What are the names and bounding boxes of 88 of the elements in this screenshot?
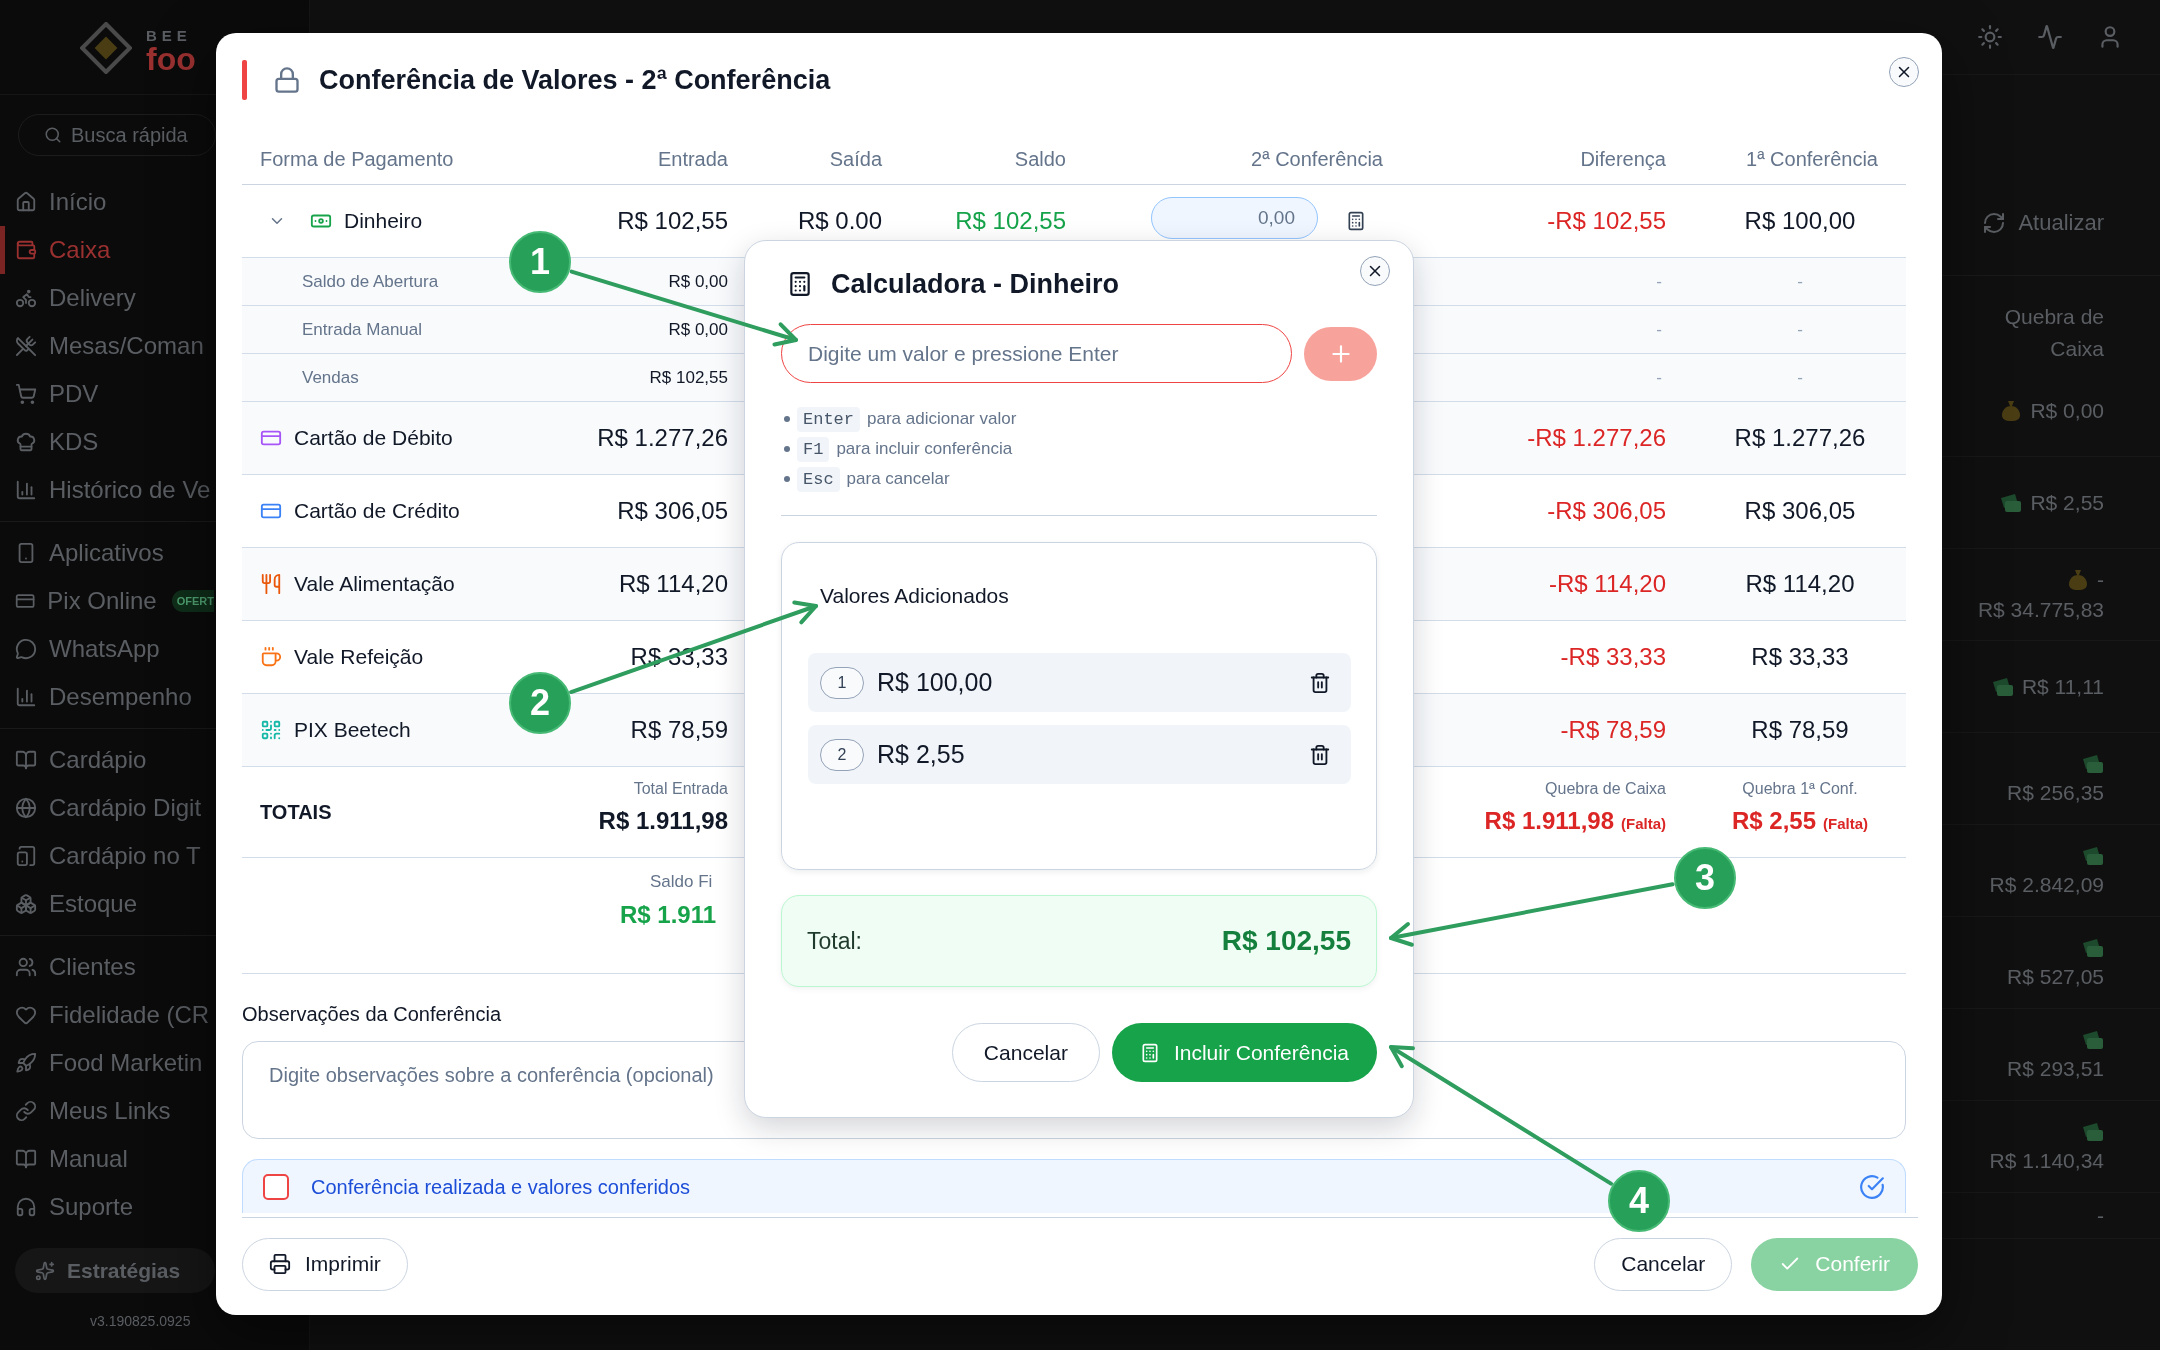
difference-amount: - [1656,367,1662,388]
cash-break-amount: - [2097,1203,2104,1228]
first-check-amount: - [1797,367,1803,388]
balance-amount: R$ 102,55 [955,207,1066,235]
entry-amount: R$ 0,00 [668,319,728,340]
cash-break-amount: R$ 256,35 [2007,780,2104,805]
first-check-amount: R$ 306,05 [1744,497,1856,525]
cash-break-amount: R$ 11,11 [2021,674,2104,699]
added-value: R$ 100,00 [877,668,993,697]
sub-row-label: Entrada Manual [302,319,423,340]
payment-method-label: Dinheiro [344,209,423,233]
sub-row-label: Saldo de Abertura [302,271,439,292]
entry-amount: R$ 306,05 [617,497,728,525]
item-number: 1 [820,666,864,699]
first-check-amount: - [1797,271,1803,292]
payment-method-label: Vale Refeição [294,645,424,669]
entry-amount: R$ 1.277,26 [597,424,728,452]
column-header: 2ª Conferência [1251,148,1383,171]
total-amount: R$ 102,55 [1221,925,1351,957]
payment-method-label: Cartão de Débito [294,426,453,450]
entry-amount: R$ 114,20 [619,570,728,598]
column-header: Saldo [1014,148,1066,171]
total-entry-amount: R$ 1.911,98 [598,807,728,835]
difference-amount: -R$ 78,59 [1560,716,1666,744]
dialog-title: Calculadora - Dinheiro [831,268,1120,300]
column-header: Entrada [657,148,728,171]
dialog-title: Conferência de Valores - 2ª Conferência [319,64,831,96]
notes-label: Observações da Conferência [242,1003,502,1025]
final-balance-label: Saldo Fi [650,872,713,892]
hint-text: para cancelar [846,469,950,489]
difference-amount: -R$ 114,20 [1549,570,1666,598]
version-label: v3.190825.0925 [90,1313,191,1329]
hint-text: para adicionar valor [867,409,1017,429]
first-check-amount: - [1797,319,1803,340]
cash-break-amount: R$ 293,51 [2007,1056,2104,1081]
payment-method-label: Cartão de Crédito [294,499,460,523]
hint-text: para incluir conferência [836,439,1013,459]
final-balance-amount: R$ 1.911 [620,901,717,929]
sub-row-label: Vendas [302,367,359,388]
entry-amount: R$ 102,55 [617,207,728,235]
key-label: Esc [797,466,840,492]
difference-amount: -R$ 1.277,26 [1527,424,1666,452]
key-label: Enter [797,406,860,432]
total-entry-label: Total Entrada [633,780,728,798]
first-break-amount: R$ 2,55 [1731,807,1817,835]
column-header: Diferença [1580,148,1666,171]
promo-tag: OFERT [171,590,214,612]
entry-amount: R$ 78,59 [630,716,728,744]
cash-break-amount: R$ 1.911,98 [1484,807,1614,835]
column-header: Saída [829,148,882,171]
shortfall-note: (Falta) [1823,815,1869,832]
first-check-amount: R$ 114,20 [1745,570,1855,598]
difference-amount: -R$ 102,55 [1547,207,1666,235]
totals-label: TOTAIS [260,800,332,824]
difference-amount: - [1656,271,1662,292]
first-check-amount: R$ 1.277,26 [1734,424,1866,452]
first-check-amount: R$ 33,33 [1751,643,1849,671]
first-check-amount: R$ 78,59 [1751,716,1849,744]
payment-method-label: Vale Alimentação [294,572,455,596]
column-header: Quebra de Caixa [2003,304,2104,362]
first-break-label: Quebra 1ª Conf. [1742,780,1858,798]
values-heading: Valores Adicionados [820,583,1009,609]
entry-amount: R$ 0,00 [668,271,728,292]
payment-method-label: PIX Beetech [294,718,411,742]
cash-break-amount: R$ 2,55 [2030,490,2104,515]
logo-text: foo [146,43,196,75]
first-check-amount: R$ 100,00 [1744,207,1856,235]
difference-amount: -R$ 33,33 [1560,643,1666,671]
difference-amount: - [1656,319,1662,340]
shortfall-note: (Falta) [1621,815,1666,832]
difference-amount: -R$ 306,05 [1547,497,1666,525]
logo-text: BEE [146,28,193,43]
cash-break-amount: R$ 2.842,09 [1989,872,2104,897]
key-label: F1 [797,436,830,462]
column-header: Forma de Pagamento [260,148,454,171]
cash-break-amount: R$ 1.140,34 [1989,1148,2104,1173]
cash-break-label: Quebra de Caixa [1545,780,1666,798]
cash-break-amount: R$ 0,00 [2030,398,2104,423]
column-header: 1ª Conferência [1746,148,1878,171]
added-value: R$ 2,55 [877,740,965,769]
amount-sign: - [2097,567,2104,592]
cash-break-amount: R$ 527,05 [2007,964,2104,989]
item-number: 2 [820,738,864,771]
cash-break-amount: R$ 34.775,83 [1977,597,2104,622]
exit-amount: R$ 0.00 [797,207,882,235]
confirmation-label: Conferência realizada e valores conferidos [311,1175,691,1200]
entry-amount: R$ 102,55 [649,367,728,388]
total-label: Total: [807,927,862,955]
